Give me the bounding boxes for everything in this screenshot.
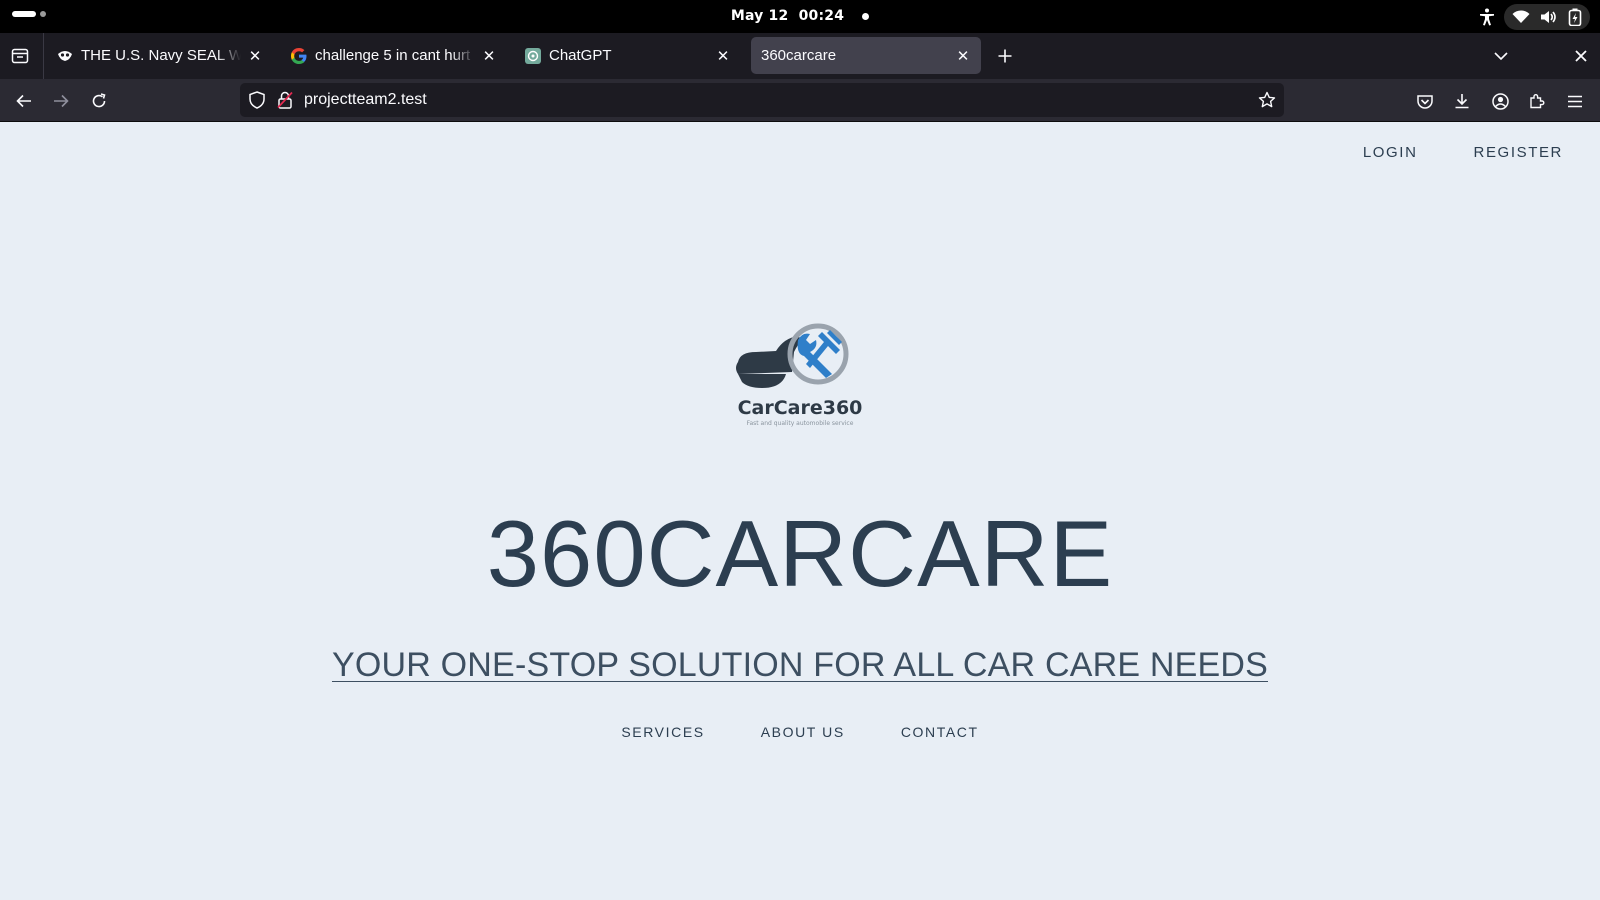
new-tab-plus-icon[interactable] (992, 43, 1018, 69)
shield-icon[interactable] (248, 91, 266, 109)
clock[interactable]: May 12 00:24 (0, 8, 1600, 24)
system-top-bar: May 12 00:24 (0, 0, 1600, 33)
tab-title: challenge 5 in cant hurt m (315, 47, 475, 64)
window-close-icon[interactable] (1568, 43, 1594, 69)
tab-title: ChatGPT (549, 47, 612, 64)
tab-close-icon[interactable]: ✕ (955, 48, 971, 64)
tab-separator (43, 33, 44, 79)
tab-chatgpt[interactable]: ChatGPT ✕ (515, 37, 741, 74)
firefox-view-button[interactable] (0, 33, 40, 79)
pocket-icon[interactable] (1410, 86, 1440, 116)
tab-google-search[interactable]: challenge 5 in cant hurt m ✕ (281, 37, 507, 74)
tagline-link[interactable]: YOUR ONE-STOP SOLUTION FOR ALL CAR CARE … (332, 646, 1268, 684)
register-link[interactable]: REGISTER (1474, 144, 1563, 161)
clock-date: May 12 (730, 8, 789, 24)
hero-title: 360CARCARE (486, 501, 1114, 606)
notification-dot-icon (862, 12, 870, 20)
tab-close-icon[interactable]: ✕ (715, 48, 731, 64)
tab-title: 360carcare (761, 47, 837, 64)
tab-360carcare[interactable]: 360carcare ✕ (751, 37, 981, 74)
nav-contact[interactable]: CONTACT (901, 724, 979, 740)
extensions-icon[interactable] (1522, 86, 1552, 116)
login-link[interactable]: LOGIN (1363, 144, 1418, 161)
google-icon (291, 47, 307, 64)
account-icon[interactable] (1485, 86, 1515, 116)
forward-arrow-icon[interactable] (46, 86, 76, 116)
wifi-icon (1512, 10, 1530, 24)
tab-title: THE U.S. Navy SEAL Work (81, 47, 241, 64)
tab-navy-seal[interactable]: THE U.S. Navy SEAL Work ✕ (47, 37, 273, 74)
logo-name: CarCare360 (738, 397, 863, 419)
chatgpt-icon (525, 47, 541, 64)
auth-links: LOGIN REGISTER (1363, 144, 1563, 161)
tab-close-icon[interactable]: ✕ (481, 48, 497, 64)
tab-close-icon[interactable]: ✕ (247, 48, 263, 64)
carcare360-logo: CarCare360 Fast and quality automobile s… (726, 322, 874, 432)
mask-icon (57, 48, 73, 64)
page-content: LOGIN REGISTER CarCare360 Fast and quali… (0, 122, 1600, 900)
downloads-icon[interactable] (1447, 86, 1477, 116)
tagline-container: YOUR ONE-STOP SOLUTION FOR ALL CAR CARE … (0, 646, 1600, 685)
system-status-menu[interactable] (1504, 4, 1590, 30)
list-all-tabs-chevron-down-icon[interactable] (1488, 43, 1514, 69)
navigation-toolbar: projectteam2.test (0, 79, 1600, 122)
url-text[interactable]: projectteam2.test (304, 91, 427, 109)
volume-icon (1540, 10, 1558, 24)
main-nav: SERVICES ABOUT US CONTACT (0, 724, 1600, 740)
nav-about-us[interactable]: ABOUT US (761, 724, 845, 740)
tab-strip: THE U.S. Navy SEAL Work ✕ challenge 5 in… (0, 33, 1600, 79)
battery-icon (1568, 8, 1582, 26)
bookmark-star-icon[interactable] (1258, 91, 1276, 109)
insecure-lock-icon[interactable] (276, 91, 294, 109)
address-bar[interactable]: projectteam2.test (240, 83, 1284, 117)
reload-icon[interactable] (84, 86, 114, 116)
accessibility-icon[interactable] (1474, 4, 1500, 30)
logo-slogan: Fast and quality automobile service (747, 420, 854, 427)
back-arrow-icon[interactable] (9, 86, 39, 116)
clock-time: 00:24 (798, 8, 845, 24)
logo-wordmark: CarCare360 Fast and quality automobile s… (738, 397, 863, 427)
hamburger-menu-icon[interactable] (1560, 86, 1590, 116)
nav-services[interactable]: SERVICES (621, 724, 704, 740)
